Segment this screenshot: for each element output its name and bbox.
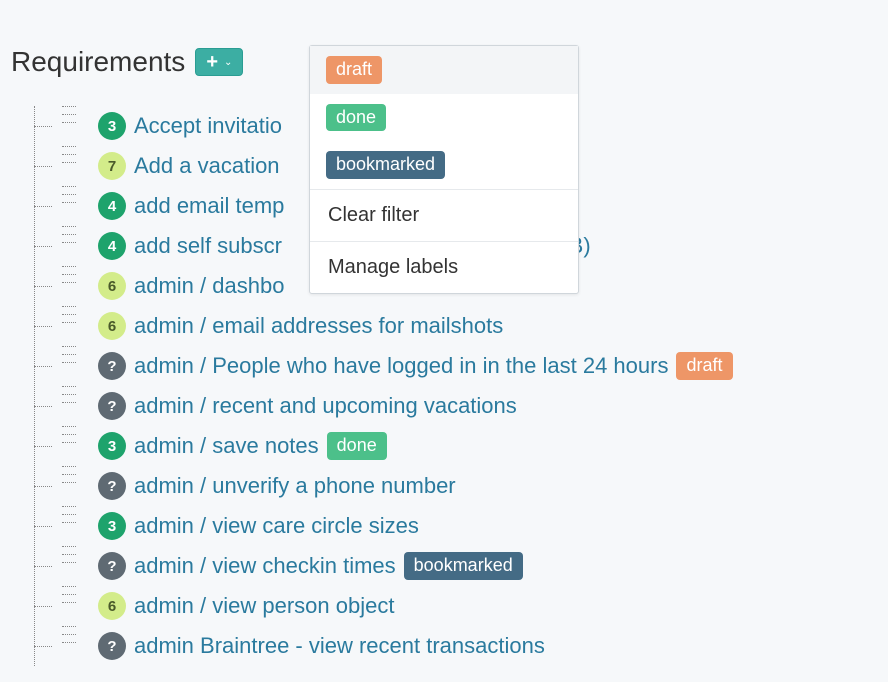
list-item[interactable]: ? admin Braintree - view recent transacti… [26, 626, 888, 666]
tree-sub-branches [62, 582, 82, 612]
item-label: draft [676, 352, 732, 380]
item-title[interactable]: admin / view care circle sizes [134, 513, 419, 539]
list-item[interactable]: 6 admin / view person object [26, 586, 888, 626]
item-title[interactable]: admin / unverify a phone number [134, 473, 456, 499]
count-badge: ? [98, 632, 126, 660]
tree-branch [26, 276, 54, 296]
label-badge: bookmarked [326, 151, 445, 179]
tree-branch [26, 516, 54, 536]
page-title: Requirements [11, 46, 185, 78]
tree-branch [26, 476, 54, 496]
item-title[interactable]: add self subscr [134, 233, 282, 259]
count-badge: ? [98, 352, 126, 380]
tree-sub-branches [62, 262, 82, 292]
count-badge: ? [98, 392, 126, 420]
list-item[interactable]: 6 admin / email addresses for mailshots [26, 306, 888, 346]
tree-branch [26, 636, 54, 656]
list-item[interactable]: ? admin / view checkin times bookmarked [26, 546, 888, 586]
list-item[interactable]: ? admin / unverify a phone number [26, 466, 888, 506]
item-title[interactable]: admin / save notes [134, 433, 319, 459]
tree-sub-branches [62, 542, 82, 572]
list-item[interactable]: ? admin / recent and upcoming vacations [26, 386, 888, 426]
item-title[interactable]: admin Braintree - view recent transactio… [134, 633, 545, 659]
add-button[interactable]: + ⌄ [195, 48, 243, 76]
tree-sub-branches [62, 422, 82, 452]
list-item[interactable]: ? admin / People who have logged in in th… [26, 346, 888, 386]
tree-sub-branches [62, 182, 82, 212]
item-label: done [327, 432, 387, 460]
item-title[interactable]: admin / view person object [134, 593, 394, 619]
item-title[interactable]: admin / recent and upcoming vacations [134, 393, 517, 419]
item-title[interactable]: Accept invitatio [134, 113, 282, 139]
filter-label-draft[interactable]: draft [310, 46, 578, 94]
filter-dropdown: draft done bookmarked Clear filter Manage … [309, 45, 579, 294]
count-badge: 3 [98, 432, 126, 460]
manage-labels-action[interactable]: Manage labels [310, 242, 578, 293]
label-badge: draft [326, 56, 382, 84]
tree-branch [26, 316, 54, 336]
item-title[interactable]: admin / dashbo [134, 273, 284, 299]
tree-branch [26, 596, 54, 616]
item-title[interactable]: admin / email addresses for mailshots [134, 313, 503, 339]
tree-branch [26, 556, 54, 576]
filter-label-bookmarked[interactable]: bookmarked [310, 141, 578, 189]
tree-branch [26, 396, 54, 416]
tree-sub-branches [62, 622, 82, 652]
tree-sub-branches [62, 502, 82, 532]
count-badge: 6 [98, 312, 126, 340]
tree-branch [26, 196, 54, 216]
tree-sub-branches [62, 302, 82, 332]
tree-branch [26, 156, 54, 176]
count-badge: 4 [98, 192, 126, 220]
tree-sub-branches [62, 342, 82, 372]
count-badge: 6 [98, 272, 126, 300]
count-badge: 3 [98, 112, 126, 140]
tree-sub-branches [62, 382, 82, 412]
count-badge: 6 [98, 592, 126, 620]
label-badge: done [326, 104, 386, 132]
tree-branch [26, 116, 54, 136]
count-badge: 3 [98, 512, 126, 540]
chevron-down-icon: ⌄ [224, 57, 232, 68]
count-badge: ? [98, 552, 126, 580]
item-title[interactable]: admin / view checkin times [134, 553, 396, 579]
tree-branch [26, 356, 54, 376]
tree-branch [26, 236, 54, 256]
item-title[interactable]: Add a vacation [134, 153, 280, 179]
item-title[interactable]: add email temp [134, 193, 284, 219]
tree-sub-branches [62, 142, 82, 172]
tree-sub-branches [62, 102, 82, 132]
clear-filter-action[interactable]: Clear filter [310, 190, 578, 242]
count-badge: 4 [98, 232, 126, 260]
count-badge: 7 [98, 152, 126, 180]
filter-label-done[interactable]: done [310, 94, 578, 142]
tree-sub-branches [62, 462, 82, 492]
plus-icon: + [206, 52, 218, 72]
item-title[interactable]: admin / People who have logged in in the… [134, 353, 668, 379]
tree-branch [26, 436, 54, 456]
item-label: bookmarked [404, 552, 523, 580]
tree-sub-branches [62, 222, 82, 252]
list-item[interactable]: 3 admin / view care circle sizes [26, 506, 888, 546]
list-item[interactable]: 3 admin / save notes done [26, 426, 888, 466]
count-badge: ? [98, 472, 126, 500]
